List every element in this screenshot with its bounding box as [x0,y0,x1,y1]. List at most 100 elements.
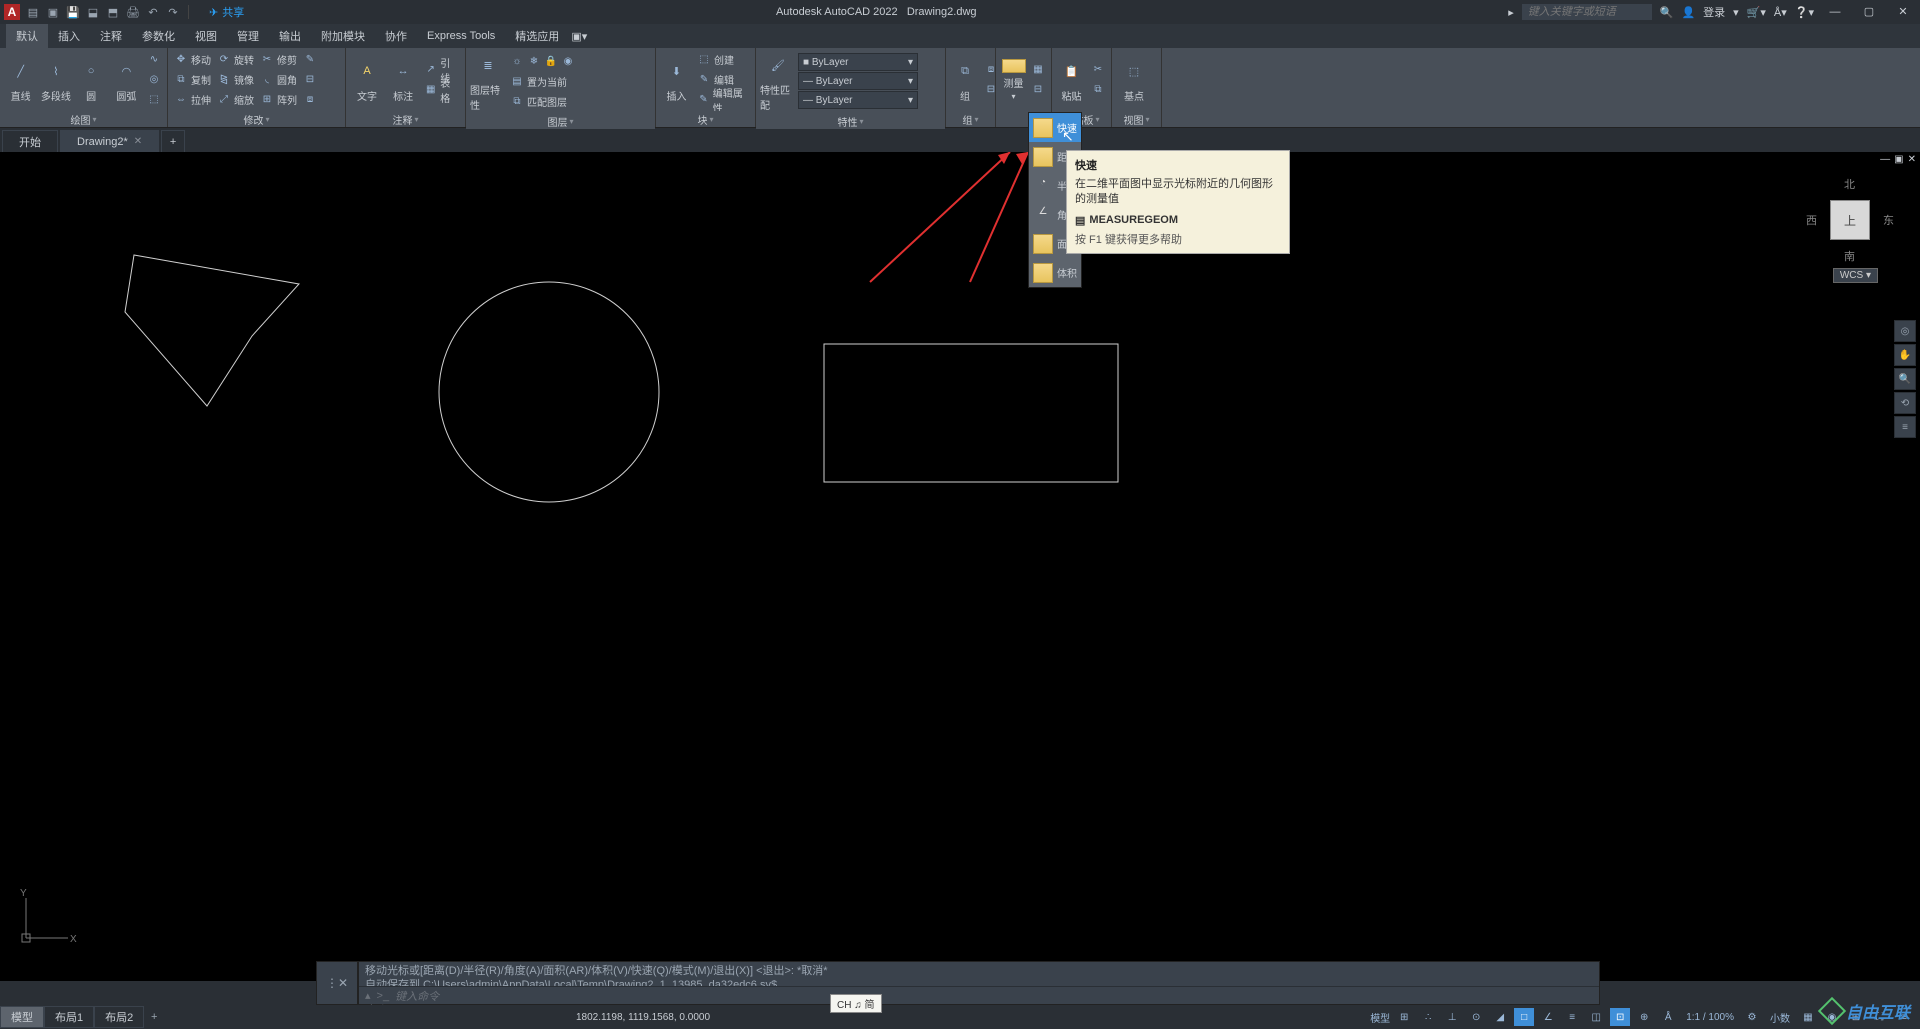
ortho-icon[interactable]: ⊥ [1442,1008,1462,1026]
file-tab-new-button[interactable]: + [161,130,185,152]
scale-label[interactable]: 1:1 / 100% [1682,1008,1738,1026]
tab-addins[interactable]: 附加模块 [311,24,375,48]
command-prompt[interactable]: 键入命令 [395,988,439,1004]
maximize-button[interactable]: ▢ [1856,2,1882,22]
layer-color-combo[interactable]: ■ ByLayer▾ [798,53,918,71]
search-input[interactable] [1522,4,1652,20]
app-logo[interactable]: A [4,4,20,20]
add-layout-button[interactable]: + [144,1011,164,1023]
viewport-minimize-icon[interactable]: — [1880,154,1890,165]
user-icon[interactable]: 👤 [1681,6,1695,19]
spline-icon[interactable]: ∿ [147,53,161,67]
file-tab-active[interactable]: Drawing2*✕ [60,130,159,152]
tab-insert[interactable]: 插入 [48,24,90,48]
tab-view[interactable]: 视图 [185,24,227,48]
tab-output[interactable]: 输出 [269,24,311,48]
paste-button[interactable]: 📋粘贴 [1056,56,1087,103]
transparency-icon[interactable]: ◫ [1586,1008,1606,1026]
grid-icon[interactable]: ⊞ [1394,1008,1414,1026]
lineweight-icon[interactable]: ≡ [1562,1008,1582,1026]
tab-annotate[interactable]: 注释 [90,24,132,48]
osnap-icon[interactable]: □ [1514,1008,1534,1026]
share-button[interactable]: ✈ 共享 [209,4,244,20]
text-button[interactable]: A文字 [350,56,384,103]
explode-icon[interactable]: ⊟ [303,73,317,87]
calc-icon[interactable]: ⊟ [1031,83,1045,97]
array-button[interactable]: ⊞阵列 [258,91,299,109]
mirror-button[interactable]: ⧎镜像 [215,71,256,89]
qat-undo-icon[interactable]: ↶ [146,5,160,19]
tab-express[interactable]: Express Tools [417,26,505,46]
layer-freeze-icon[interactable]: ❄ [527,54,541,68]
insert-block-button[interactable]: ⬇插入 [660,56,693,103]
layer-match-button[interactable]: ⧉匹配图层 [508,92,577,110]
isodraft-icon[interactable]: ◢ [1490,1008,1510,1026]
tab-default[interactable]: 默认 [6,24,48,48]
status-model-button[interactable]: 模型 [1370,1008,1390,1026]
measure-button[interactable]: 测量▾ [1000,59,1027,101]
ellipse-icon[interactable]: ◎ [147,73,161,87]
linetype-combo[interactable]: — ByLayer▾ [798,91,918,109]
block-create-button[interactable]: ⬚创建 [695,51,751,69]
measure-volume-item[interactable]: 体积 [1029,258,1081,287]
viewcube-n[interactable]: 北 [1844,176,1855,192]
tab-collaborate[interactable]: 协作 [375,24,417,48]
qat-web-icon[interactable]: ⬒ [106,5,120,19]
stretch-button[interactable]: ⇔拉伸 [172,91,213,109]
layer-properties-button[interactable]: ≣图层特性 [470,50,506,112]
cart-icon[interactable]: 🛒▾ [1747,6,1766,19]
tab-layout1[interactable]: 布局1 [44,1006,94,1028]
viewport-restore-icon[interactable]: ▣ [1894,154,1903,165]
layer-setcurrent-button[interactable]: ▤置为当前 [508,72,577,90]
nav-orbit-icon[interactable]: ⟲ [1894,392,1916,414]
qat-new-icon[interactable]: ▤ [26,5,40,19]
polyline-button[interactable]: ⌇多段线 [39,56,72,103]
polar-icon[interactable]: ⊙ [1466,1008,1486,1026]
qat-saveas-icon[interactable]: ⬓ [86,5,100,19]
help-icon[interactable]: ❔▾ [1795,6,1814,19]
group-button[interactable]: ⧉组 [950,56,980,103]
viewcube-e[interactable]: 东 [1883,212,1894,228]
qat-redo-icon[interactable]: ↷ [166,5,180,19]
scale-button[interactable]: ⤢缩放 [215,91,256,109]
close-button[interactable]: ✕ [1890,2,1916,22]
layer-isolate-icon[interactable]: ◉ [561,54,575,68]
offset-icon[interactable]: ⧈ [303,93,317,107]
nav-zoom-icon[interactable]: 🔍 [1894,368,1916,390]
wcs-label[interactable]: WCS ▾ [1833,268,1878,283]
cut-icon[interactable]: ✂ [1091,63,1105,77]
snap-icon[interactable]: ∴ [1418,1008,1438,1026]
gizmo-icon[interactable]: ⊕ [1634,1008,1654,1026]
tab-model[interactable]: 模型 [0,1006,44,1028]
units-label[interactable]: 小数 [1766,1008,1794,1026]
copy-button[interactable]: ⧉复制 [172,71,213,89]
nav-compass-icon[interactable]: ◎ [1894,320,1916,342]
block-attr-button[interactable]: ✎编辑属性 [695,91,751,109]
tab-featured[interactable]: 精选应用 [505,24,569,48]
nav-pan-icon[interactable]: ✋ [1894,344,1916,366]
circle-button[interactable]: ○圆 [75,56,108,103]
move-button[interactable]: ✥移动 [172,51,213,69]
command-line[interactable]: 移动光标或[距离(D)/半径(R)/角度(A)/面积(AR)/体积(V)/快速(… [358,961,1600,1005]
tab-manage[interactable]: 管理 [227,24,269,48]
rotate-button[interactable]: ⟳旋转 [215,51,256,69]
lineweight-combo[interactable]: — ByLayer▾ [798,72,918,90]
cog-icon[interactable]: ⚙ [1742,1008,1762,1026]
copy-clip-icon[interactable]: ⧉ [1091,83,1105,97]
minimize-button[interactable]: — [1822,2,1848,22]
command-expand-icon[interactable]: ▴ [365,989,371,1002]
arc-button[interactable]: ◠圆弧 [110,56,143,103]
select-icon[interactable]: ▦ [1031,63,1045,77]
table-button[interactable]: ▦表格 [422,81,461,99]
line-button[interactable]: ╱直线 [4,56,37,103]
base-button[interactable]: ⬚基点 [1116,56,1152,103]
viewcube[interactable]: 上 北 南 东 西 [1810,180,1890,260]
annoscale-icon[interactable]: Å [1658,1008,1678,1026]
command-line-handle[interactable]: ⋮✕ [316,961,358,1005]
hatch-icon[interactable]: ⬚ [147,93,161,107]
layer-lock-icon[interactable]: 🔒 [544,54,558,68]
viewcube-s[interactable]: 南 [1844,248,1855,264]
file-tab-start[interactable]: 开始 [2,130,58,152]
login-label[interactable]: 登录 [1703,4,1725,20]
dimension-button[interactable]: ↔标注 [386,56,420,103]
